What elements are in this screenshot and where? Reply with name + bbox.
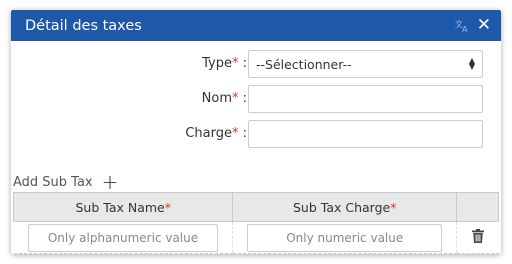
svg-text:A: A [462, 25, 468, 33]
column-header-sub-tax-name: Sub Tax Name* [12, 192, 234, 222]
tax-detail-dialog: Détail des taxes 文 A ✕ Type* : --Sélecti… [11, 10, 501, 254]
chevron-updown-icon: ▲ ▼ [468, 56, 475, 71]
column-header-sub-tax-charge: Sub Tax Charge* [232, 192, 457, 222]
titlebar-icons: 文 A ✕ [455, 17, 491, 34]
label-colon: : [238, 56, 247, 71]
nom-label: Nom* : [202, 91, 247, 106]
dialog-titlebar: Détail des taxes 文 A ✕ [11, 10, 501, 41]
sub-tax-table: Sub Tax Name* Sub Tax Charge* [12, 192, 500, 254]
sub-tax-charge-cell [232, 221, 457, 254]
type-label-text: Type [202, 56, 232, 71]
charge-label: Charge* : [185, 126, 247, 141]
label-colon: : [238, 126, 247, 141]
charge-input[interactable] [248, 120, 483, 148]
nom-input[interactable] [248, 85, 483, 113]
required-mark: * [164, 199, 171, 215]
table-row [13, 221, 499, 254]
sub-tax-header-row: Sub Tax Name* Sub Tax Charge* [12, 192, 500, 222]
add-sub-tax-label: Add Sub Tax [13, 174, 93, 190]
trash-icon[interactable] [471, 228, 484, 243]
column-header-label: Sub Tax Name [75, 199, 165, 215]
required-mark: * [390, 199, 397, 215]
sub-tax-charge-input[interactable] [247, 223, 442, 252]
sub-tax-name-cell [13, 221, 233, 254]
dialog-title: Détail des taxes [25, 17, 142, 34]
plus-icon[interactable]: + [102, 172, 119, 192]
type-label: Type* : [202, 56, 247, 71]
sub-tax-delete-cell [455, 221, 499, 254]
add-sub-tax: Add Sub Tax + [13, 172, 118, 192]
sub-tax-name-input[interactable] [27, 223, 219, 252]
translate-icon[interactable]: 文 A [455, 19, 470, 33]
close-icon[interactable]: ✕ [477, 17, 491, 34]
type-select[interactable]: --Sélectionner-- ▲ ▼ [248, 50, 483, 78]
charge-row: Charge* : [11, 120, 501, 148]
type-select-value: --Sélectionner-- [256, 56, 352, 72]
column-header-actions [455, 192, 500, 222]
nom-label-text: Nom [201, 91, 232, 106]
label-colon: : [238, 91, 247, 106]
charge-label-text: Charge [185, 126, 232, 141]
type-row: Type* : --Sélectionner-- ▲ ▼ [11, 50, 501, 78]
nom-row: Nom* : [11, 85, 501, 113]
column-header-label: Sub Tax Charge [293, 199, 391, 215]
